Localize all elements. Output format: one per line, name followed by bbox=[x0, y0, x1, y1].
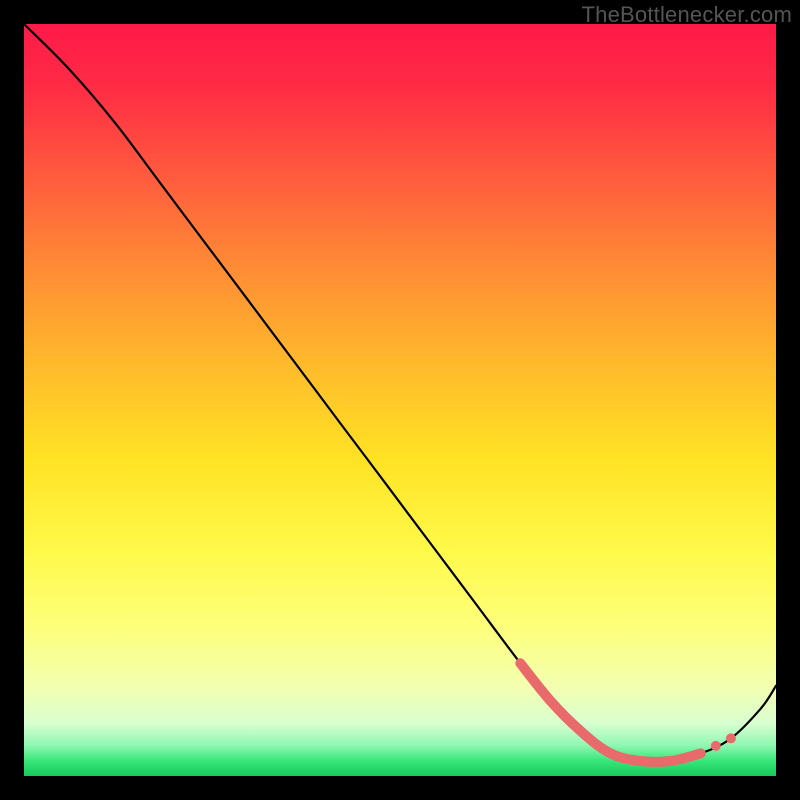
highlight-dot bbox=[726, 733, 736, 743]
watermark-text: TheBottlenecker.com bbox=[582, 2, 792, 28]
bottleneck-curve-line bbox=[24, 24, 776, 762]
highlight-dot bbox=[711, 741, 721, 751]
optimal-range-highlight bbox=[520, 663, 701, 762]
chart-svg bbox=[24, 24, 776, 776]
chart-plot-area bbox=[24, 24, 776, 776]
